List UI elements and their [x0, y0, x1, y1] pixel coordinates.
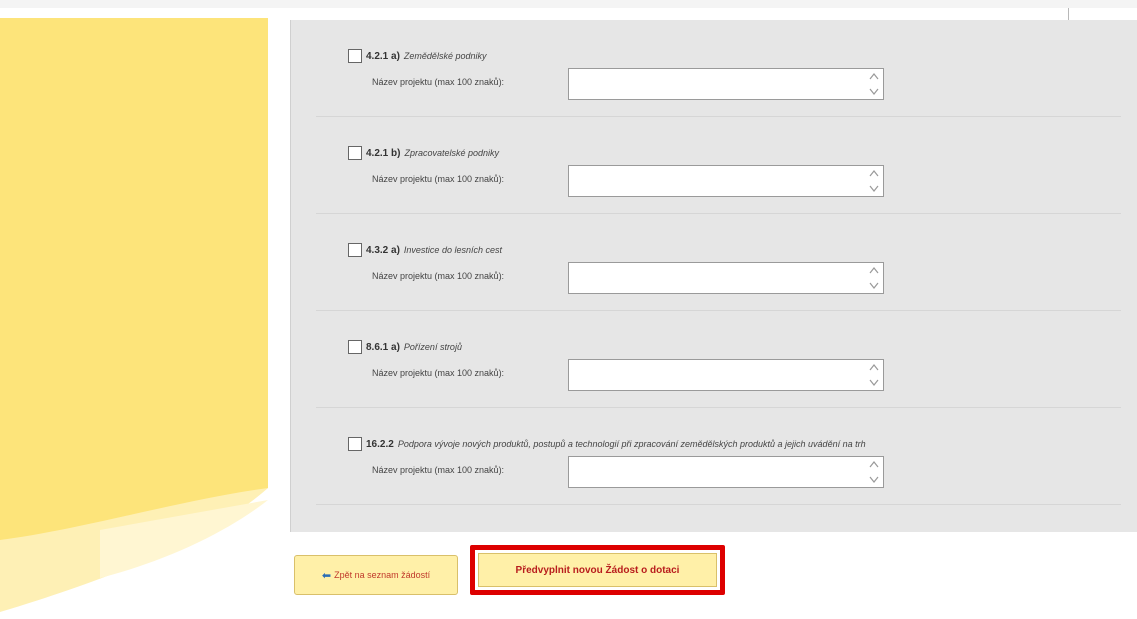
up-down-arrows-icon[interactable] [868, 266, 880, 290]
measure-code: 4.2.1 b) [366, 147, 401, 159]
highlight-frame: Předvyplnit novou Žádost o dotaci [470, 545, 725, 595]
prefill-new-application-button[interactable]: Předvyplnit novou Žádost o dotaci [478, 553, 717, 587]
up-down-arrows-icon[interactable] [868, 72, 880, 96]
yellow-side-decoration [0, 18, 268, 612]
back-button-label: Zpět na seznam žádostí [334, 570, 431, 580]
back-to-list-button[interactable]: ⬅ Zpět na seznam žádostí [294, 555, 458, 595]
measure-code: 8.6.1 a) [366, 341, 400, 353]
up-down-arrows-icon[interactable] [868, 363, 880, 387]
measure-code: 16.2.2 [366, 438, 394, 450]
project-row-4-2-1-b: 4.2.1 b) Zpracovatelské podniky Název pr… [316, 117, 1121, 214]
measure-description: Investice do lesních cest [403, 245, 502, 255]
project-row-8-6-1-a: 8.6.1 a) Pořízení strojů Název projektu … [316, 311, 1121, 408]
project-name-label: Název projektu (max 100 znaků): [372, 368, 505, 378]
arrow-left-icon: ⬅ [321, 569, 332, 582]
measure-description: Zemědělské podniky [403, 51, 487, 61]
up-down-arrows-icon[interactable] [868, 169, 880, 193]
measure-description: Zpracovatelské podniky [404, 148, 500, 158]
project-row-16-2-2: 16.2.2 Podpora vývoje nových produktů, p… [316, 408, 1121, 505]
row-divider [316, 504, 1121, 505]
project-name-input[interactable] [568, 68, 884, 100]
checkbox[interactable] [348, 340, 362, 354]
project-name-input[interactable] [568, 359, 884, 391]
project-name-label: Název projektu (max 100 znaků): [372, 271, 505, 281]
measure-code: 4.3.2 a) [366, 244, 400, 256]
checkbox[interactable] [348, 146, 362, 160]
checkbox[interactable] [348, 437, 362, 451]
checkbox[interactable] [348, 49, 362, 63]
project-row-4-2-1-a: 4.2.1 a) Zemědělské podniky Název projek… [316, 20, 1121, 117]
project-name-input[interactable] [568, 165, 884, 197]
project-row-4-3-2-a: 4.3.2 a) Investice do lesních cest Název… [316, 214, 1121, 311]
project-name-label: Název projektu (max 100 znaků): [372, 465, 505, 475]
measure-code: 4.2.1 a) [366, 50, 400, 62]
project-name-input[interactable] [568, 456, 884, 488]
measure-description: Pořízení strojů [403, 342, 462, 352]
up-down-arrows-icon[interactable] [868, 460, 880, 484]
project-name-label: Název projektu (max 100 znaků): [372, 77, 505, 87]
measure-description: Podpora vývoje nových produktů, postupů … [397, 439, 866, 449]
project-name-input[interactable] [568, 262, 884, 294]
prefill-button-label: Předvyplnit novou Žádost o dotaci [515, 564, 680, 576]
project-name-label: Název projektu (max 100 znaků): [372, 174, 505, 184]
checkbox[interactable] [348, 243, 362, 257]
project-list-panel: 4.2.1 a) Zemědělské podniky Název projek… [290, 20, 1137, 532]
